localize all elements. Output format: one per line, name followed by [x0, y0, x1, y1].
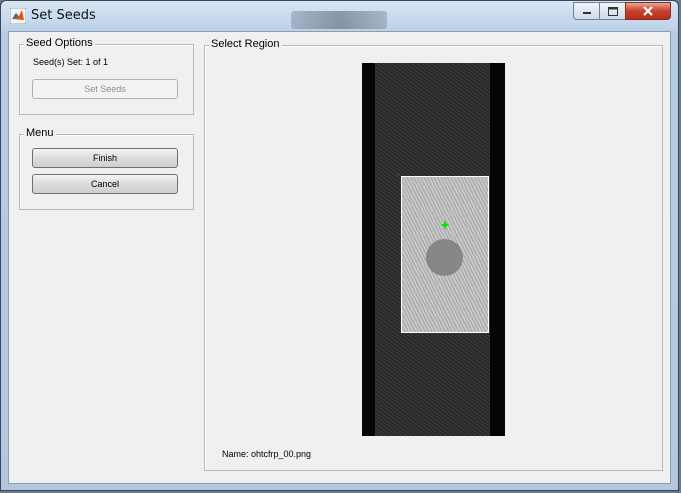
close-icon	[643, 6, 653, 16]
seeds-set-status: Seed(s) Set: 1 of 1	[33, 57, 109, 67]
window-title: Set Seeds	[31, 8, 96, 23]
specimen-strip	[375, 63, 490, 436]
background-window-fragment	[291, 11, 387, 29]
minimize-button[interactable]	[573, 2, 600, 20]
specimen-image[interactable]	[362, 63, 505, 436]
matlab-icon	[10, 8, 26, 24]
image-name: Name: ohtcfrp_00.png	[222, 449, 312, 459]
seed-marker-icon[interactable]	[440, 220, 450, 230]
select-region-label: Select Region	[209, 38, 282, 50]
cancel-button[interactable]: Cancel	[32, 174, 178, 194]
set-seeds-button[interactable]: Set Seeds	[32, 79, 178, 99]
finish-button[interactable]: Finish	[32, 148, 178, 168]
maximize-button[interactable]	[599, 2, 626, 20]
specimen-hole	[426, 239, 463, 276]
close-button[interactable]	[625, 2, 671, 20]
region-of-interest[interactable]	[401, 176, 489, 333]
client-area: Seed Options Seed(s) Set: 1 of 1 Set See…	[8, 31, 671, 484]
select-region-panel: Select Region Name: ohtcfrp_00.png	[204, 38, 663, 471]
maximize-icon	[607, 6, 618, 16]
window: Set Seeds Seed Options Seed(s) Set: 1 of…	[0, 0, 679, 491]
menu-label: Menu	[24, 127, 56, 139]
minimize-icon	[582, 12, 591, 14]
title-bar[interactable]: Set Seeds	[1, 1, 678, 31]
seed-options-panel: Seed Options Seed(s) Set: 1 of 1 Set See…	[19, 37, 194, 115]
seed-options-label: Seed Options	[24, 37, 95, 49]
menu-panel: Menu Finish Cancel	[19, 127, 194, 210]
